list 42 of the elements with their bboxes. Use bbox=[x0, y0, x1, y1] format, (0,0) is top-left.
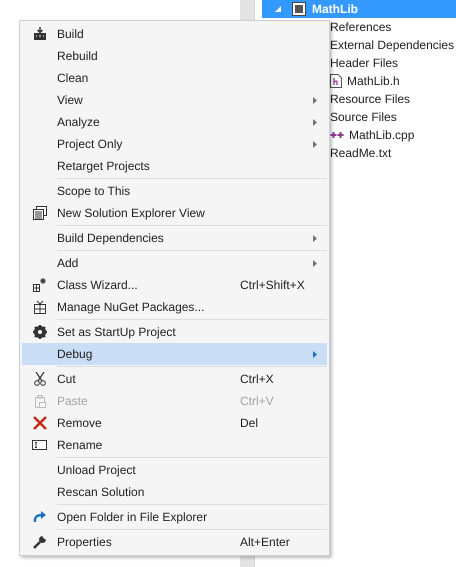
wrench-icon bbox=[32, 535, 46, 549]
class-wizard-icon bbox=[32, 278, 46, 292]
remove-x-icon bbox=[32, 416, 46, 430]
package-icon bbox=[32, 300, 46, 314]
menu-item[interactable]: Rename bbox=[22, 434, 327, 456]
menu-item[interactable]: New Solution Explorer View bbox=[22, 202, 327, 224]
submenu-arrow-icon bbox=[313, 234, 317, 242]
menu-item[interactable]: Build Dependencies bbox=[22, 227, 327, 249]
menu-item[interactable]: Remove Del bbox=[22, 412, 327, 434]
rename-icon bbox=[32, 440, 47, 450]
scissors-icon bbox=[34, 372, 46, 386]
submenu-arrow-icon bbox=[313, 118, 317, 126]
menu-item[interactable]: Cut Ctrl+X bbox=[22, 368, 327, 390]
menu-item[interactable]: Build bbox=[22, 23, 327, 45]
menu-item[interactable]: Add bbox=[22, 252, 327, 274]
clipboard-icon bbox=[34, 394, 46, 408]
menu-item[interactable]: Retarget Projects bbox=[22, 155, 327, 177]
menu-item[interactable]: Rebuild bbox=[22, 45, 327, 67]
build-icon bbox=[32, 27, 46, 41]
menu-item[interactable]: Class Wizard... Ctrl+Shift+X bbox=[22, 274, 327, 296]
menu-item[interactable]: Debug bbox=[22, 343, 327, 365]
submenu-arrow-icon bbox=[313, 260, 317, 266]
submenu-arrow-icon bbox=[313, 140, 317, 148]
menu-item[interactable]: Rescan Solution bbox=[22, 481, 327, 503]
menu-item[interactable]: Properties Alt+Enter bbox=[22, 531, 327, 553]
submenu-arrow-icon bbox=[313, 96, 317, 104]
menu-item[interactable]: Open Folder in File Explorer bbox=[22, 506, 327, 528]
menu-item[interactable]: View bbox=[22, 89, 327, 111]
menu-item[interactable]: Unload Project bbox=[22, 459, 327, 481]
window-icon bbox=[32, 206, 46, 220]
menu-item[interactable]: Set as StartUp Project bbox=[22, 321, 327, 343]
menu-item[interactable]: Scope to This bbox=[22, 180, 327, 202]
redo-arrow-icon bbox=[32, 511, 46, 523]
submenu-arrow-icon bbox=[313, 350, 317, 358]
tree-item-label: MathLib.h bbox=[347, 74, 400, 88]
cpp-file-icon bbox=[330, 130, 344, 140]
expand-arrow-icon[interactable] bbox=[274, 5, 282, 13]
tree-item-label: MathLib.cpp bbox=[349, 128, 414, 142]
tree-item-label: MathLib bbox=[312, 2, 358, 16]
project-icon bbox=[292, 2, 306, 16]
menu-item[interactable]: Manage NuGet Packages... bbox=[22, 296, 327, 318]
gear-icon bbox=[32, 325, 46, 339]
